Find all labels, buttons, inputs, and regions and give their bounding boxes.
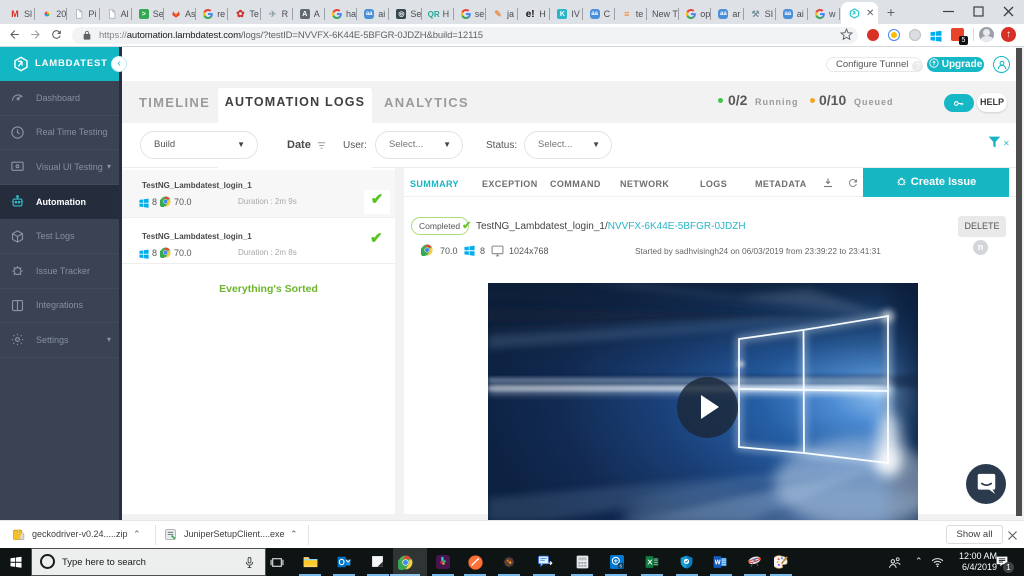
svg-text:6: 6 xyxy=(619,564,622,569)
